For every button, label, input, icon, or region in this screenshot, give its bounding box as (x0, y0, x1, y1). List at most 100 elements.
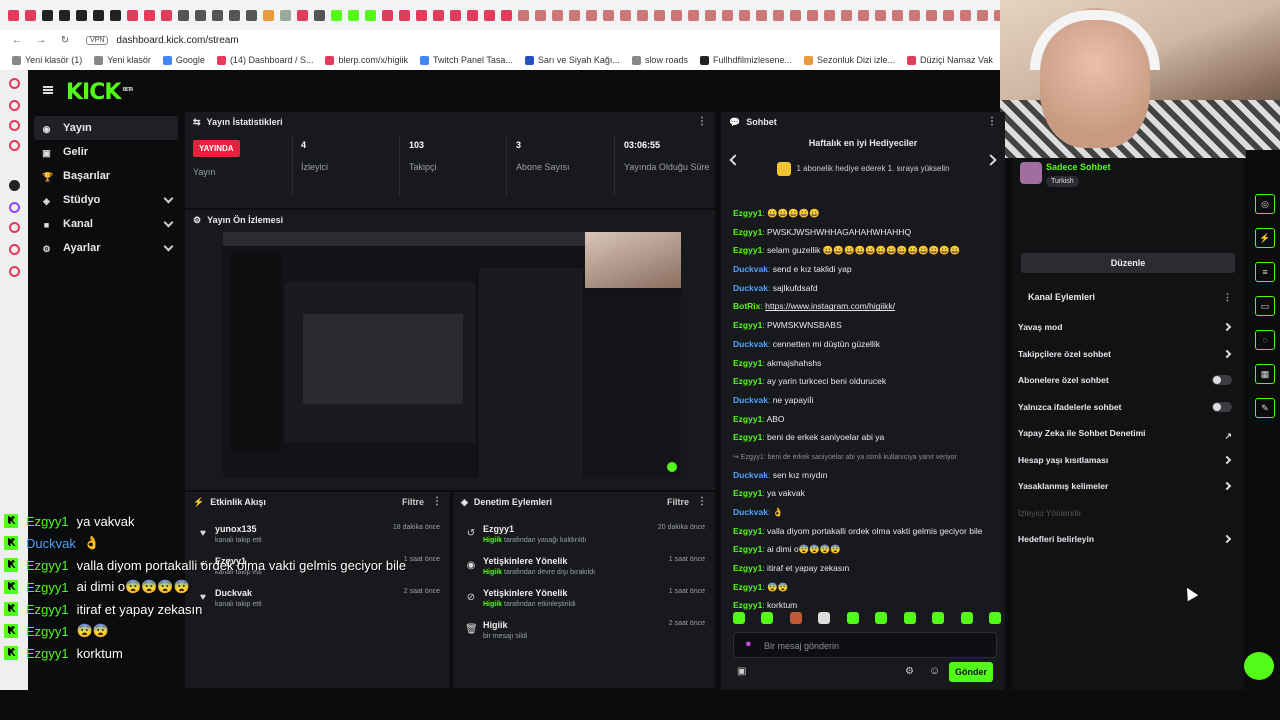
stream-preview-video[interactable] (223, 232, 681, 478)
browser-tab-favicon[interactable] (960, 9, 971, 21)
forward-icon[interactable]: → (34, 35, 48, 46)
sidebar-app-icon[interactable] (9, 78, 20, 89)
sidebar-app-icon[interactable] (9, 100, 20, 111)
chat-username[interactable]: Duckvak (733, 339, 768, 349)
browser-tab-favicon[interactable] (110, 9, 121, 21)
mic-icon[interactable]: ● (745, 638, 752, 650)
chat-username[interactable]: Ezgyy1 (733, 544, 762, 554)
emote-bar[interactable] (733, 612, 1001, 628)
vpn-badge[interactable]: VPN (86, 35, 109, 45)
chevron-right-icon[interactable] (1222, 322, 1232, 332)
browser-tab-favicon[interactable] (42, 9, 53, 21)
browser-tab-favicon[interactable] (348, 9, 359, 21)
channel-action-8[interactable]: Hedefleri belirleyin (1018, 528, 1238, 550)
browser-tab-favicon[interactable] (552, 9, 563, 21)
wrench-icon[interactable]: ✎ (1255, 398, 1275, 418)
browser-tab-favicon[interactable] (127, 9, 138, 21)
chat-text[interactable]: https://www.instagram.com/higiikk/ (765, 301, 895, 311)
browser-tab-favicon[interactable] (59, 9, 70, 21)
browser-tab-favicon[interactable] (433, 9, 444, 21)
browser-tab-favicon[interactable] (144, 9, 155, 21)
help-button[interactable] (1244, 652, 1274, 680)
address-bar[interactable]: ← → ↻ VPN dashboard.kick.com/stream (0, 30, 1000, 50)
emote-icon[interactable]: ☺ (929, 665, 940, 677)
chevron-right-icon[interactable] (1222, 455, 1232, 464)
browser-tab-favicon[interactable] (331, 9, 342, 21)
chat-username[interactable]: Ezgyy1 (733, 600, 762, 610)
browser-tab-favicon[interactable] (212, 9, 223, 21)
channel-action-6[interactable]: Yasaklanmış kelimeler (1018, 475, 1238, 497)
menu-icon[interactable] (43, 86, 53, 94)
emote-icon[interactable] (932, 612, 945, 624)
bookmark-item[interactable]: (14) Dashboard / S... (216, 55, 313, 65)
bookmark-item[interactable]: Yeni klasör (1) (12, 55, 82, 65)
browser-tab-favicon[interactable] (756, 9, 767, 21)
chevron-down-icon[interactable] (163, 193, 174, 204)
chat-username[interactable]: Duckvak (733, 507, 768, 517)
browser-tab-favicon[interactable] (297, 9, 308, 21)
emote-icon[interactable] (789, 612, 802, 624)
sidebar-app-icon[interactable] (9, 140, 20, 151)
back-icon[interactable]: ← (10, 35, 24, 46)
emote-icon[interactable] (903, 612, 916, 624)
bookmark-item[interactable]: Sarı ve Siyah Kağı... (524, 55, 620, 65)
browser-tab-favicon[interactable] (807, 9, 818, 21)
more-icon[interactable]: ⋮ (987, 116, 997, 127)
chat-username[interactable]: Ezgyy1 (733, 563, 762, 573)
chat-username[interactable]: Ezgyy1 (733, 208, 762, 218)
bookmark-item[interactable]: Google (162, 55, 205, 65)
browser-tab-favicon[interactable] (926, 9, 937, 21)
browser-tab-favicon[interactable] (25, 9, 36, 21)
toggle-switch[interactable] (1212, 401, 1232, 412)
events-filter-button[interactable]: Filtre (402, 497, 424, 507)
chat-username[interactable]: Ezgyy1 (733, 526, 762, 536)
channel-action-4[interactable]: Yapay Zeka ile Sohbet Denetimi ↗ (1018, 422, 1238, 444)
sidebar-item-başarılar[interactable]: 🏆 Başarılar (34, 164, 178, 188)
url-text[interactable]: dashboard.kick.com/stream (116, 35, 238, 46)
bookmark-item[interactable]: blerp.com/x/higiik (325, 55, 408, 65)
chevron-right-icon[interactable] (1222, 349, 1232, 358)
more-icon[interactable]: ⋮ (1223, 288, 1232, 306)
browser-tab-favicon[interactable] (518, 9, 529, 21)
chat-username[interactable]: Ezgyy1 (733, 488, 762, 498)
browser-tab-favicon[interactable] (841, 9, 852, 21)
browser-tab-favicon[interactable] (790, 9, 801, 21)
browser-tab-favicon[interactable] (93, 9, 104, 21)
sidebar-app-icon[interactable] (9, 222, 20, 233)
chat-username[interactable]: Duckvak (733, 395, 768, 405)
browser-tab-favicon[interactable] (569, 9, 580, 21)
mod-filter-button[interactable]: Filtre (667, 497, 689, 507)
browser-tab-favicon[interactable] (977, 9, 988, 21)
browser-tab-favicon[interactable] (722, 9, 733, 21)
sidebar-app-icon[interactable] (9, 180, 20, 191)
chat-username[interactable]: Ezgyy1 (733, 414, 762, 424)
browser-tab-favicon[interactable] (603, 9, 614, 21)
browser-tab-favicon[interactable] (773, 9, 784, 21)
browser-tab-favicon[interactable] (484, 9, 495, 21)
sidebar-app-icon[interactable] (9, 120, 20, 131)
browser-tab-favicon[interactable] (8, 9, 19, 21)
bookmark-item[interactable]: Sezonluk Dizi izle... (804, 55, 895, 65)
browser-tab-favicon[interactable] (178, 9, 189, 21)
chat-username[interactable]: Duckvak (733, 470, 768, 480)
browser-tab-favicon[interactable] (195, 9, 206, 21)
browser-tab-bar[interactable] (0, 0, 1000, 30)
browser-tab-favicon[interactable] (586, 9, 597, 21)
browser-tab-favicon[interactable] (263, 9, 274, 21)
toggle-switch[interactable] (1212, 375, 1232, 385)
sidebar-app-icon[interactable] (9, 244, 20, 255)
kick-logo[interactable]: KICK BETA (66, 80, 134, 105)
browser-tab-favicon[interactable] (620, 9, 631, 21)
sidebar-app-icon[interactable] (9, 266, 20, 277)
camera-icon[interactable]: ◎ (1255, 194, 1275, 214)
emote-icon[interactable] (733, 612, 745, 624)
bookmark-item[interactable]: Twitch Panel Tasa... (420, 55, 513, 65)
chat-username[interactable]: Ezgyy1 (733, 320, 762, 330)
browser-tab-favicon[interactable] (467, 9, 478, 21)
browser-tab-favicon[interactable] (705, 9, 716, 21)
flash-icon[interactable]: ⚡ (1255, 228, 1275, 248)
browser-tab-favicon[interactable] (450, 9, 461, 21)
browser-tab-favicon[interactable] (229, 9, 240, 21)
more-icon[interactable]: ⋮ (432, 496, 442, 507)
chevron-down-icon[interactable] (163, 241, 174, 252)
